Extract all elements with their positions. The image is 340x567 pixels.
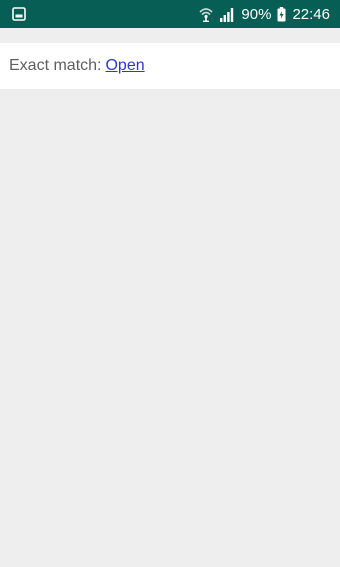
- battery-icon: [277, 6, 286, 22]
- exact-match-label: Exact match:: [9, 57, 102, 74]
- content-area: [0, 89, 340, 567]
- status-left: [12, 7, 26, 21]
- status-right: 90% 22:46: [199, 6, 330, 23]
- gallery-icon: [12, 7, 26, 21]
- open-link[interactable]: Open: [105, 57, 144, 75]
- wifi-icon: [199, 7, 213, 22]
- top-spacer: [0, 28, 340, 43]
- signal-icon: [219, 7, 235, 22]
- battery-percent: 90%: [241, 5, 272, 23]
- status-bar: 90% 22:46: [0, 0, 340, 28]
- match-result-panel: Exact match: Open: [0, 43, 340, 89]
- clock-time: 22:46: [292, 5, 330, 23]
